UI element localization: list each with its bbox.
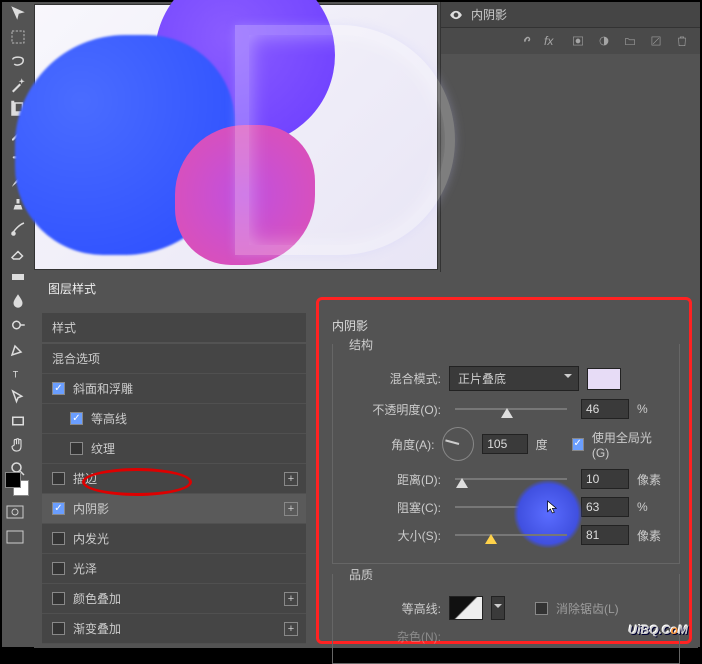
add-icon[interactable]: + (284, 472, 298, 486)
size-label: 大小(S): (345, 527, 441, 544)
inner-shadow-settings: 内阴影 结构 混合模式: 正片叠底 不透明度(O): 46 % 角度(A): (314, 305, 698, 648)
opacity-unit: % (637, 402, 667, 416)
styles-list-panel: 样式 混合选项 斜面和浮雕 等高线 纹理 描边+ 内阴影+ 内发光 光泽 颜色叠… (34, 305, 314, 648)
angle-label: 角度(A): (345, 436, 434, 453)
structure-group: 结构 混合模式: 正片叠底 不透明度(O): 46 % 角度(A): 105 (332, 344, 680, 564)
angle-unit: 度 (536, 436, 564, 453)
checkbox[interactable] (52, 382, 65, 395)
move-tool[interactable] (7, 4, 29, 22)
mask-icon[interactable] (570, 34, 586, 48)
style-item-bevel[interactable]: 斜面和浮雕 (42, 374, 306, 404)
lasso-tool[interactable] (7, 52, 29, 70)
checkbox[interactable] (70, 442, 83, 455)
checkbox[interactable] (52, 622, 65, 635)
choke-unit: % (637, 500, 667, 514)
dodge-tool[interactable] (7, 316, 29, 334)
global-light-label: 使用全局光 (G) (592, 429, 667, 460)
marquee-tool[interactable] (7, 28, 29, 46)
layer-style-dialog: 图层样式 样式 混合选项 斜面和浮雕 等高线 纹理 描边+ 内阴影+ 内发光 光… (34, 272, 698, 645)
add-icon[interactable]: + (284, 502, 298, 516)
layer-effect-label: 内阴影 (471, 6, 507, 23)
new-layer-icon[interactable] (648, 34, 664, 48)
style-item-color-overlay[interactable]: 颜色叠加+ (42, 584, 306, 614)
contour-label: 等高线: (345, 600, 441, 617)
contour-swatch[interactable] (449, 596, 483, 620)
size-slider[interactable] (455, 526, 567, 544)
angle-dial[interactable] (442, 427, 474, 461)
quick-mask-icon[interactable] (5, 504, 25, 520)
distance-label: 距离(D): (345, 471, 441, 488)
checkbox[interactable] (52, 502, 65, 515)
size-unit: 像素 (637, 527, 667, 544)
document-canvas[interactable] (34, 4, 438, 270)
style-item-stroke[interactable]: 描边+ (42, 464, 306, 494)
contour-dropdown[interactable] (491, 596, 505, 620)
distance-input[interactable]: 10 (581, 469, 629, 489)
layer-effect-row[interactable]: 内阴影 (441, 2, 700, 27)
choke-label: 阻塞(C): (345, 499, 441, 516)
style-item-contour[interactable]: 等高线 (42, 404, 306, 434)
structure-label: 结构 (343, 336, 379, 353)
opacity-label: 不透明度(O): (345, 401, 441, 418)
blending-options-item[interactable]: 混合选项 (42, 344, 306, 374)
noise-label: 杂色(N): (345, 628, 441, 645)
layers-panel: 内阴影 fx (440, 2, 700, 272)
trash-icon[interactable] (674, 34, 690, 48)
section-title: 内阴影 (332, 317, 680, 334)
style-item-inner-glow[interactable]: 内发光 (42, 524, 306, 554)
size-input[interactable]: 81 (581, 525, 629, 545)
choke-input[interactable]: 63 (581, 497, 629, 517)
blur-tool[interactable] (7, 292, 29, 310)
fx-icon[interactable]: fx (544, 34, 560, 48)
antialias-checkbox[interactable] (535, 602, 548, 615)
styles-header[interactable]: 样式 (42, 313, 306, 342)
magic-wand-tool[interactable] (7, 76, 29, 94)
gradient-tool[interactable] (7, 268, 29, 286)
style-item-texture[interactable]: 纹理 (42, 434, 306, 464)
foreground-color-swatch[interactable] (5, 472, 21, 488)
visibility-icon[interactable] (449, 8, 463, 22)
checkbox[interactable] (52, 532, 65, 545)
add-icon[interactable]: + (284, 622, 298, 636)
type-tool[interactable]: T (7, 364, 29, 382)
style-item-inner-shadow[interactable]: 内阴影+ (42, 494, 306, 524)
color-swatches[interactable] (5, 472, 31, 548)
distance-unit: 像素 (637, 471, 667, 488)
opacity-input[interactable]: 46 (581, 399, 629, 419)
style-item-satin[interactable]: 光泽 (42, 554, 306, 584)
dialog-title: 图层样式 (34, 272, 698, 305)
path-selection-tool[interactable] (7, 388, 29, 406)
blend-mode-label: 混合模式: (345, 370, 441, 387)
adjustment-icon[interactable] (596, 34, 612, 48)
hand-tool[interactable] (7, 436, 29, 454)
checkbox[interactable] (52, 562, 65, 575)
glass-letter-d (235, 25, 455, 255)
antialias-label: 消除锯齿(L) (556, 600, 619, 617)
link-icon[interactable] (518, 34, 534, 48)
checkbox[interactable] (52, 472, 65, 485)
angle-input[interactable]: 105 (482, 434, 527, 454)
checkbox[interactable] (52, 592, 65, 605)
checkbox[interactable] (70, 412, 83, 425)
history-brush-tool[interactable] (7, 220, 29, 238)
rectangle-tool[interactable] (7, 412, 29, 430)
add-icon[interactable]: + (284, 592, 298, 606)
screen-mode-icon[interactable] (5, 529, 25, 545)
quality-label: 品质 (343, 566, 379, 583)
blend-mode-select[interactable]: 正片叠底 (449, 366, 579, 391)
style-item-gradient-overlay[interactable]: 渐变叠加+ (42, 614, 306, 644)
svg-text:T: T (13, 370, 19, 380)
group-icon[interactable] (622, 34, 638, 48)
global-light-checkbox[interactable] (572, 438, 584, 451)
pen-tool[interactable] (7, 340, 29, 358)
eraser-tool[interactable] (7, 244, 29, 262)
shadow-color-swatch[interactable] (587, 368, 621, 390)
distance-slider[interactable] (455, 470, 567, 488)
layers-footer: fx (441, 27, 700, 54)
opacity-slider[interactable] (455, 400, 567, 418)
watermark: UiBQ.CoM (629, 618, 688, 639)
choke-slider[interactable] (455, 498, 567, 516)
